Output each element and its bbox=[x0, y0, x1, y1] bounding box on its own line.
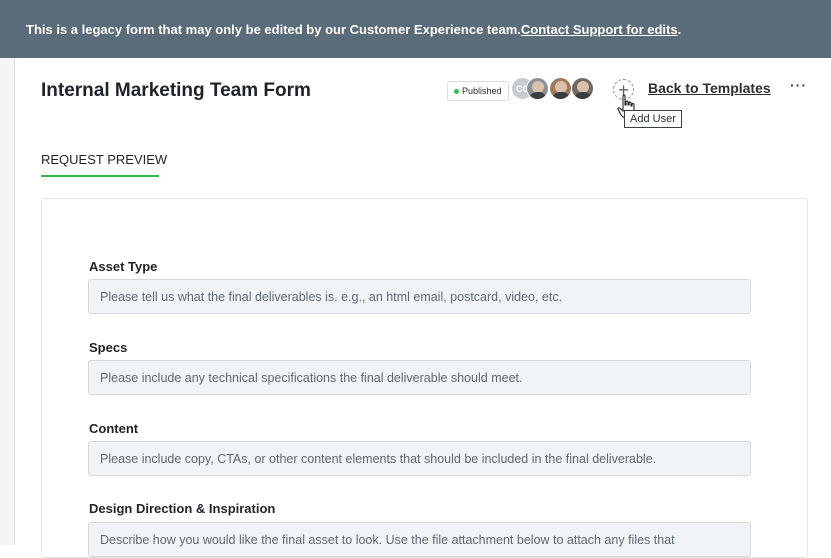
content-input[interactable]: Please include copy, CTAs, or other cont… bbox=[88, 441, 751, 476]
banner-suffix: . bbox=[677, 21, 682, 37]
collaborator-avatars: CC bbox=[511, 76, 601, 102]
avatar[interactable] bbox=[571, 77, 594, 100]
field-label-asset-type: Asset Type bbox=[89, 259, 158, 274]
field-label-content: Content bbox=[89, 421, 139, 436]
asset-type-input[interactable]: Please tell us what the final deliverabl… bbox=[88, 279, 751, 314]
request-preview-panel: Asset Type Please tell us what the final… bbox=[41, 198, 808, 558]
specs-input[interactable]: Please include any technical specificati… bbox=[88, 360, 751, 395]
avatar[interactable] bbox=[549, 77, 572, 100]
contact-support-link[interactable]: Contact Support for edits bbox=[521, 22, 678, 37]
more-options-icon[interactable]: ··· bbox=[790, 77, 807, 93]
back-to-templates-link[interactable]: Back to Templates bbox=[648, 80, 771, 96]
form-header: Internal Marketing Team Form Published C… bbox=[14, 58, 831, 128]
banner-text: This is a legacy form that may only be e… bbox=[26, 21, 521, 37]
tab-request-preview[interactable]: REQUEST PREVIEW bbox=[41, 152, 167, 177]
published-dot-icon bbox=[454, 88, 459, 94]
field-label-design-direction: Design Direction & Inspiration bbox=[89, 501, 276, 516]
legacy-form-banner: This is a legacy form that may only be e… bbox=[0, 0, 831, 58]
status-badge-label: Published bbox=[462, 86, 502, 96]
design-direction-input[interactable]: Describe how you would like the final as… bbox=[88, 522, 751, 557]
add-user-tooltip: Add User bbox=[624, 110, 682, 128]
status-badge: Published bbox=[447, 81, 509, 101]
field-label-specs: Specs bbox=[89, 340, 128, 355]
page-title: Internal Marketing Team Form bbox=[41, 80, 311, 101]
left-sidebar-edge bbox=[0, 58, 15, 545]
avatar[interactable] bbox=[526, 77, 549, 100]
